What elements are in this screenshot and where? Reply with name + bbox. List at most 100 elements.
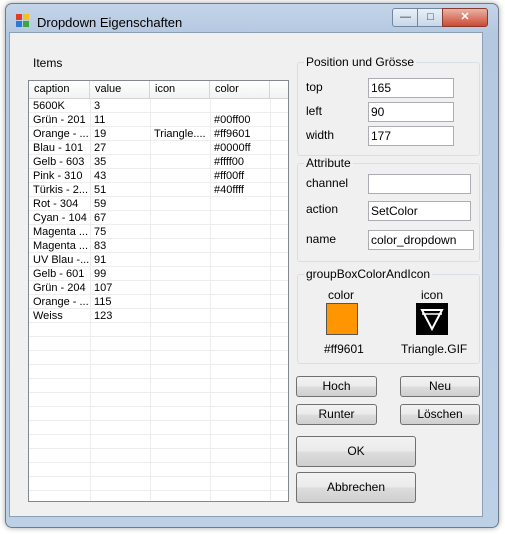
table-cell-color [210,99,270,113]
cancel-button[interactable]: Abbrechen [296,472,416,503]
table-row[interactable]: Orange - ... 115 [29,295,288,309]
table-cell-icon [150,225,210,239]
table-row[interactable]: Gelb - 603 35 #ffff00 [29,155,288,169]
table-cell-caption: Orange - ... [33,128,89,140]
name-input[interactable]: color_dropdown [368,230,474,250]
table-cell-value: 11 [94,114,106,126]
table-cell-color: #0000ff [214,142,251,154]
table-cell-caption: Gelb - 603 [33,156,85,168]
table-cell-color [210,295,270,309]
table-cell-color: #40ffff [214,184,244,196]
icon-value-text: Triangle.GIF [401,342,468,356]
triangle-icon[interactable] [416,303,448,335]
column-header-value[interactable]: value [90,81,150,98]
left-label: left [306,104,323,118]
table-cell-color: #ffff00 [214,156,244,168]
listview-header: caption value icon color [29,81,288,99]
table-cell-icon [150,281,210,295]
table-cell-caption: Orange - ... [33,296,89,308]
action-input[interactable]: SetColor [368,201,471,221]
width-label: width [306,128,335,142]
minimize-button[interactable]: — [392,8,419,27]
app-icon [16,14,29,27]
table-cell-value: 123 [94,310,113,322]
table-row[interactable]: Orange - ... 19 Triangle.... #ff9601 [29,127,288,141]
table-row[interactable]: 5600K 3 [29,99,288,113]
table-row[interactable]: Magenta ... 75 [29,225,288,239]
maximize-button[interactable]: □ [417,8,444,27]
top-label: top [306,80,323,94]
left-input[interactable]: 90 [368,102,454,122]
table-cell-caption: Rot - 304 [33,198,79,210]
table-cell-icon [150,197,210,211]
table-cell-caption: Weiss [33,310,63,322]
table-cell-value: 91 [94,254,107,266]
table-cell-icon [150,155,210,169]
color-value-text: #ff9601 [324,342,364,356]
close-button[interactable]: ✕ [442,8,488,27]
table-row[interactable]: Weiss 123 [29,309,288,323]
table-cell-icon [150,253,210,267]
table-cell-color [210,253,270,267]
table-cell-icon [150,295,210,309]
column-header-icon[interactable]: icon [150,81,210,98]
items-label: Items [33,56,63,70]
color-label: color [328,288,355,302]
ok-button[interactable]: OK [296,436,416,467]
items-listview[interactable]: caption value icon color 5600K 3 Grün - 20… [28,80,289,502]
table-cell-caption: 5600K [33,100,65,112]
table-cell-caption: Cyan - 104 [33,212,87,224]
table-cell-color [210,239,270,253]
column-header-caption[interactable]: caption [29,81,90,98]
table-cell-icon [150,309,210,323]
new-button[interactable]: Neu [400,376,480,397]
table-cell-icon [150,239,210,253]
table-cell-icon [150,183,210,197]
window-title: Dropdown Eigenschaften [37,15,183,30]
table-row[interactable]: Grün - 201 11 #00ff00 [29,113,288,127]
column-header-color[interactable]: color [210,81,270,98]
table-row[interactable]: Cyan - 104 67 [29,211,288,225]
table-row[interactable]: Gelb - 601 99 [29,267,288,281]
top-input[interactable]: 165 [368,78,454,98]
table-cell-caption: Gelb - 601 [33,268,85,280]
table-cell-value: 3 [94,100,101,112]
table-cell-icon [150,113,210,127]
table-cell-value: 59 [94,198,107,210]
table-cell-value: 115 [94,296,112,308]
table-row[interactable]: Blau - 101 27 #0000ff [29,141,288,155]
table-cell-caption: Türkis - 2... [33,184,89,196]
name-label: name [306,232,337,246]
channel-input[interactable] [368,174,471,194]
table-cell-value: 43 [94,170,107,182]
table-cell-color [210,281,270,295]
table-cell-caption: Grün - 201 [33,114,86,126]
delete-button[interactable]: Löschen [400,404,480,425]
table-cell-caption: UV Blau -... [33,254,90,266]
table-cell-value: 99 [94,268,107,280]
width-input[interactable]: 177 [368,126,454,146]
table-cell-color [210,211,270,225]
title-bar[interactable]: Dropdown Eigenschaften — □ ✕ [6,4,498,34]
move-up-button[interactable]: Hoch [296,376,377,397]
table-cell-value: 27 [94,142,107,154]
table-row[interactable]: Magenta ... 83 [29,239,288,253]
group-title: Attribute [304,156,353,170]
table-row[interactable]: Pink - 310 43 #ff00ff [29,169,288,183]
table-cell-caption: Grün - 204 [33,282,86,294]
table-cell-caption: Blau - 101 [33,142,84,154]
table-cell-caption: Magenta ... [33,226,89,238]
table-row[interactable]: UV Blau -... 91 [29,253,288,267]
table-row[interactable]: Grün - 204 107 [29,281,288,295]
table-cell-icon [150,99,210,113]
table-cell-value: 67 [94,212,107,224]
table-cell-value: 107 [94,282,113,294]
table-cell-caption: Pink - 310 [33,170,83,182]
table-row[interactable]: Rot - 304 59 [29,197,288,211]
table-row[interactable]: Türkis - 2... 51 #40ffff [29,183,288,197]
group-title: Position und Grösse [304,55,417,69]
color-swatch[interactable] [326,303,358,335]
table-cell-color: #ff00ff [214,170,245,182]
move-down-button[interactable]: Runter [296,404,377,425]
table-cell-color [210,225,270,239]
